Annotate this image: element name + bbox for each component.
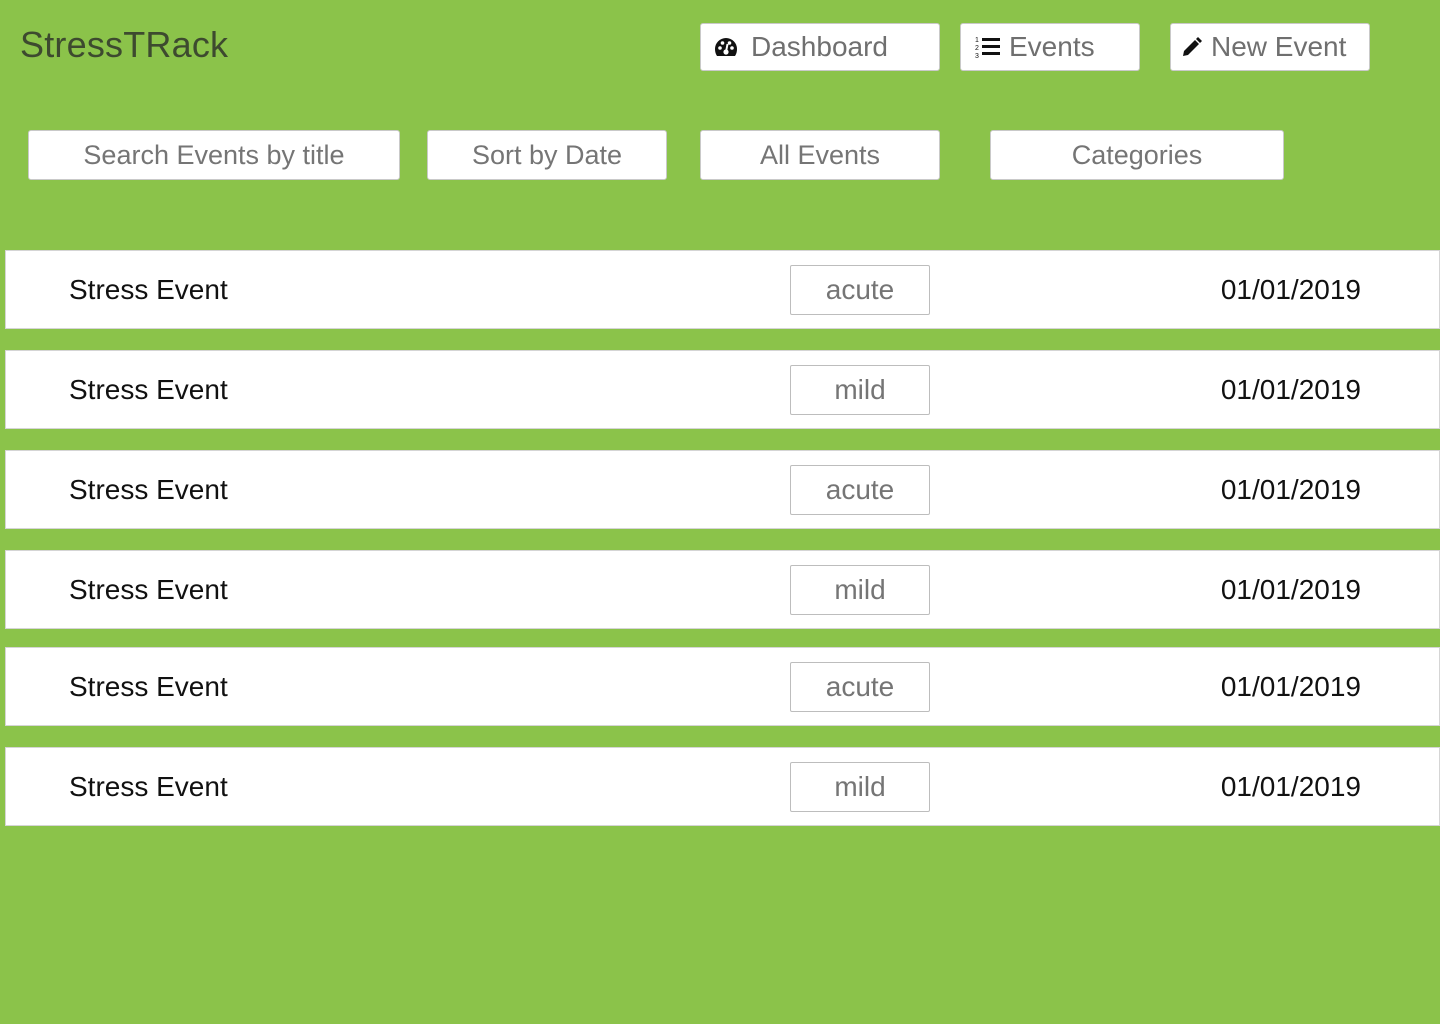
categories-button[interactable]: Categories xyxy=(990,130,1284,180)
nav-events-label: Events xyxy=(1009,31,1095,62)
event-date: 01/01/2019 xyxy=(1220,473,1361,505)
nav-dashboard-button[interactable]: Dashboard xyxy=(700,23,940,71)
nav-new-event-button[interactable]: New Event xyxy=(1170,23,1370,71)
nav-dashboard-label: Dashboard xyxy=(751,31,888,62)
search-events-button[interactable]: Search Events by title xyxy=(28,130,400,180)
event-date: 01/01/2019 xyxy=(1220,373,1361,405)
all-events-button[interactable]: All Events xyxy=(700,130,940,180)
event-row[interactable]: Stress Event mild 01/01/2019 xyxy=(5,747,1440,826)
event-severity-badge: acute xyxy=(790,265,930,315)
event-severity-badge: acute xyxy=(790,465,930,515)
nav-new-event-label: New Event xyxy=(1211,31,1347,62)
event-date: 01/01/2019 xyxy=(1220,770,1361,802)
pencil-icon xyxy=(1181,36,1203,58)
event-title: Stress Event xyxy=(69,473,228,505)
event-severity-badge: mild xyxy=(790,365,930,415)
event-title: Stress Event xyxy=(69,770,228,802)
event-title: Stress Event xyxy=(69,573,228,605)
event-date: 01/01/2019 xyxy=(1220,670,1361,702)
event-row[interactable]: Stress Event mild 01/01/2019 xyxy=(5,550,1440,629)
event-date: 01/01/2019 xyxy=(1220,273,1361,305)
event-title: Stress Event xyxy=(69,670,228,702)
event-row[interactable]: Stress Event mild 01/01/2019 xyxy=(5,350,1440,429)
sort-by-date-button[interactable]: Sort by Date xyxy=(427,130,667,180)
event-title: Stress Event xyxy=(69,373,228,405)
event-severity-badge: mild xyxy=(790,762,930,812)
event-severity-badge: mild xyxy=(790,565,930,615)
dashboard-gauge-icon xyxy=(713,36,739,58)
event-title: Stress Event xyxy=(69,273,228,305)
svg-text:3: 3 xyxy=(975,53,979,59)
nav-events-button[interactable]: 1 2 3 Events xyxy=(960,23,1140,71)
event-severity-badge: acute xyxy=(790,662,930,712)
event-row[interactable]: Stress Event acute 01/01/2019 xyxy=(5,647,1440,726)
event-date: 01/01/2019 xyxy=(1220,573,1361,605)
event-row[interactable]: Stress Event acute 01/01/2019 xyxy=(5,450,1440,529)
event-row[interactable]: Stress Event acute 01/01/2019 xyxy=(5,250,1440,329)
svg-text:2: 2 xyxy=(975,45,979,52)
app-brand: StressTRack xyxy=(20,24,229,65)
svg-text:1: 1 xyxy=(975,37,979,44)
numbered-list-icon: 1 2 3 xyxy=(975,35,1001,59)
